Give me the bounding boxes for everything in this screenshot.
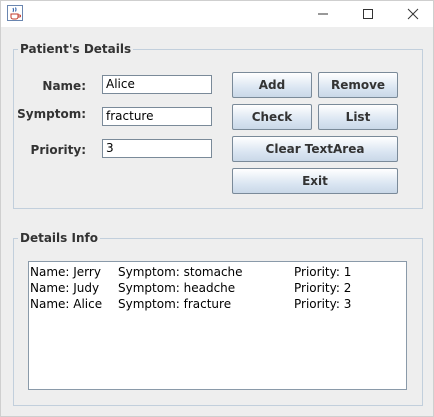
symptom-field[interactable]: fracture bbox=[102, 107, 212, 126]
row-symptom: Symptom: fracture bbox=[118, 297, 232, 311]
symptom-label: Symptom: bbox=[17, 107, 86, 121]
minimize-button[interactable] bbox=[301, 1, 345, 27]
minimize-icon bbox=[318, 13, 328, 15]
close-icon bbox=[407, 8, 419, 20]
check-button[interactable]: Check bbox=[232, 104, 312, 130]
row-priority: Priority: 1 bbox=[294, 265, 352, 279]
maximize-icon bbox=[363, 9, 373, 19]
maximize-button[interactable] bbox=[346, 1, 390, 27]
name-label: Name: bbox=[42, 79, 86, 93]
details-textarea[interactable]: Name: Jerry Symptom: stomache Priority: … bbox=[28, 261, 407, 390]
patient-details-title: Patient's Details bbox=[18, 41, 134, 57]
priority-field[interactable]: 3 bbox=[102, 139, 212, 158]
list-item: Name: Alice Symptom: fracture Priority: … bbox=[29, 296, 406, 312]
name-field[interactable]: Alice bbox=[102, 75, 212, 94]
row-symptom: Symptom: headche bbox=[118, 281, 236, 295]
clear-textarea-button[interactable]: Clear TextArea bbox=[232, 136, 398, 162]
exit-button[interactable]: Exit bbox=[232, 168, 398, 194]
add-button[interactable]: Add bbox=[232, 72, 312, 98]
priority-label: Priority: bbox=[30, 143, 86, 157]
remove-button[interactable]: Remove bbox=[318, 72, 398, 98]
row-name: Name: Alice bbox=[30, 297, 103, 311]
list-item: Name: Jerry Symptom: stomache Priority: … bbox=[29, 264, 406, 280]
list-button[interactable]: List bbox=[318, 104, 398, 130]
row-priority: Priority: 3 bbox=[294, 297, 352, 311]
java-cup-icon bbox=[7, 5, 23, 21]
row-symptom: Symptom: stomache bbox=[118, 265, 243, 279]
details-info-title: Details Info bbox=[18, 230, 100, 246]
list-item: Name: Judy Symptom: headche Priority: 2 bbox=[29, 280, 406, 296]
row-priority: Priority: 2 bbox=[294, 281, 352, 295]
close-button[interactable] bbox=[391, 1, 434, 27]
app-window: Patient's Details Name: Alice Symptom: f… bbox=[0, 0, 434, 417]
row-name: Name: Jerry bbox=[30, 265, 101, 279]
row-name: Name: Judy bbox=[30, 281, 100, 295]
title-bar[interactable] bbox=[1, 1, 433, 27]
